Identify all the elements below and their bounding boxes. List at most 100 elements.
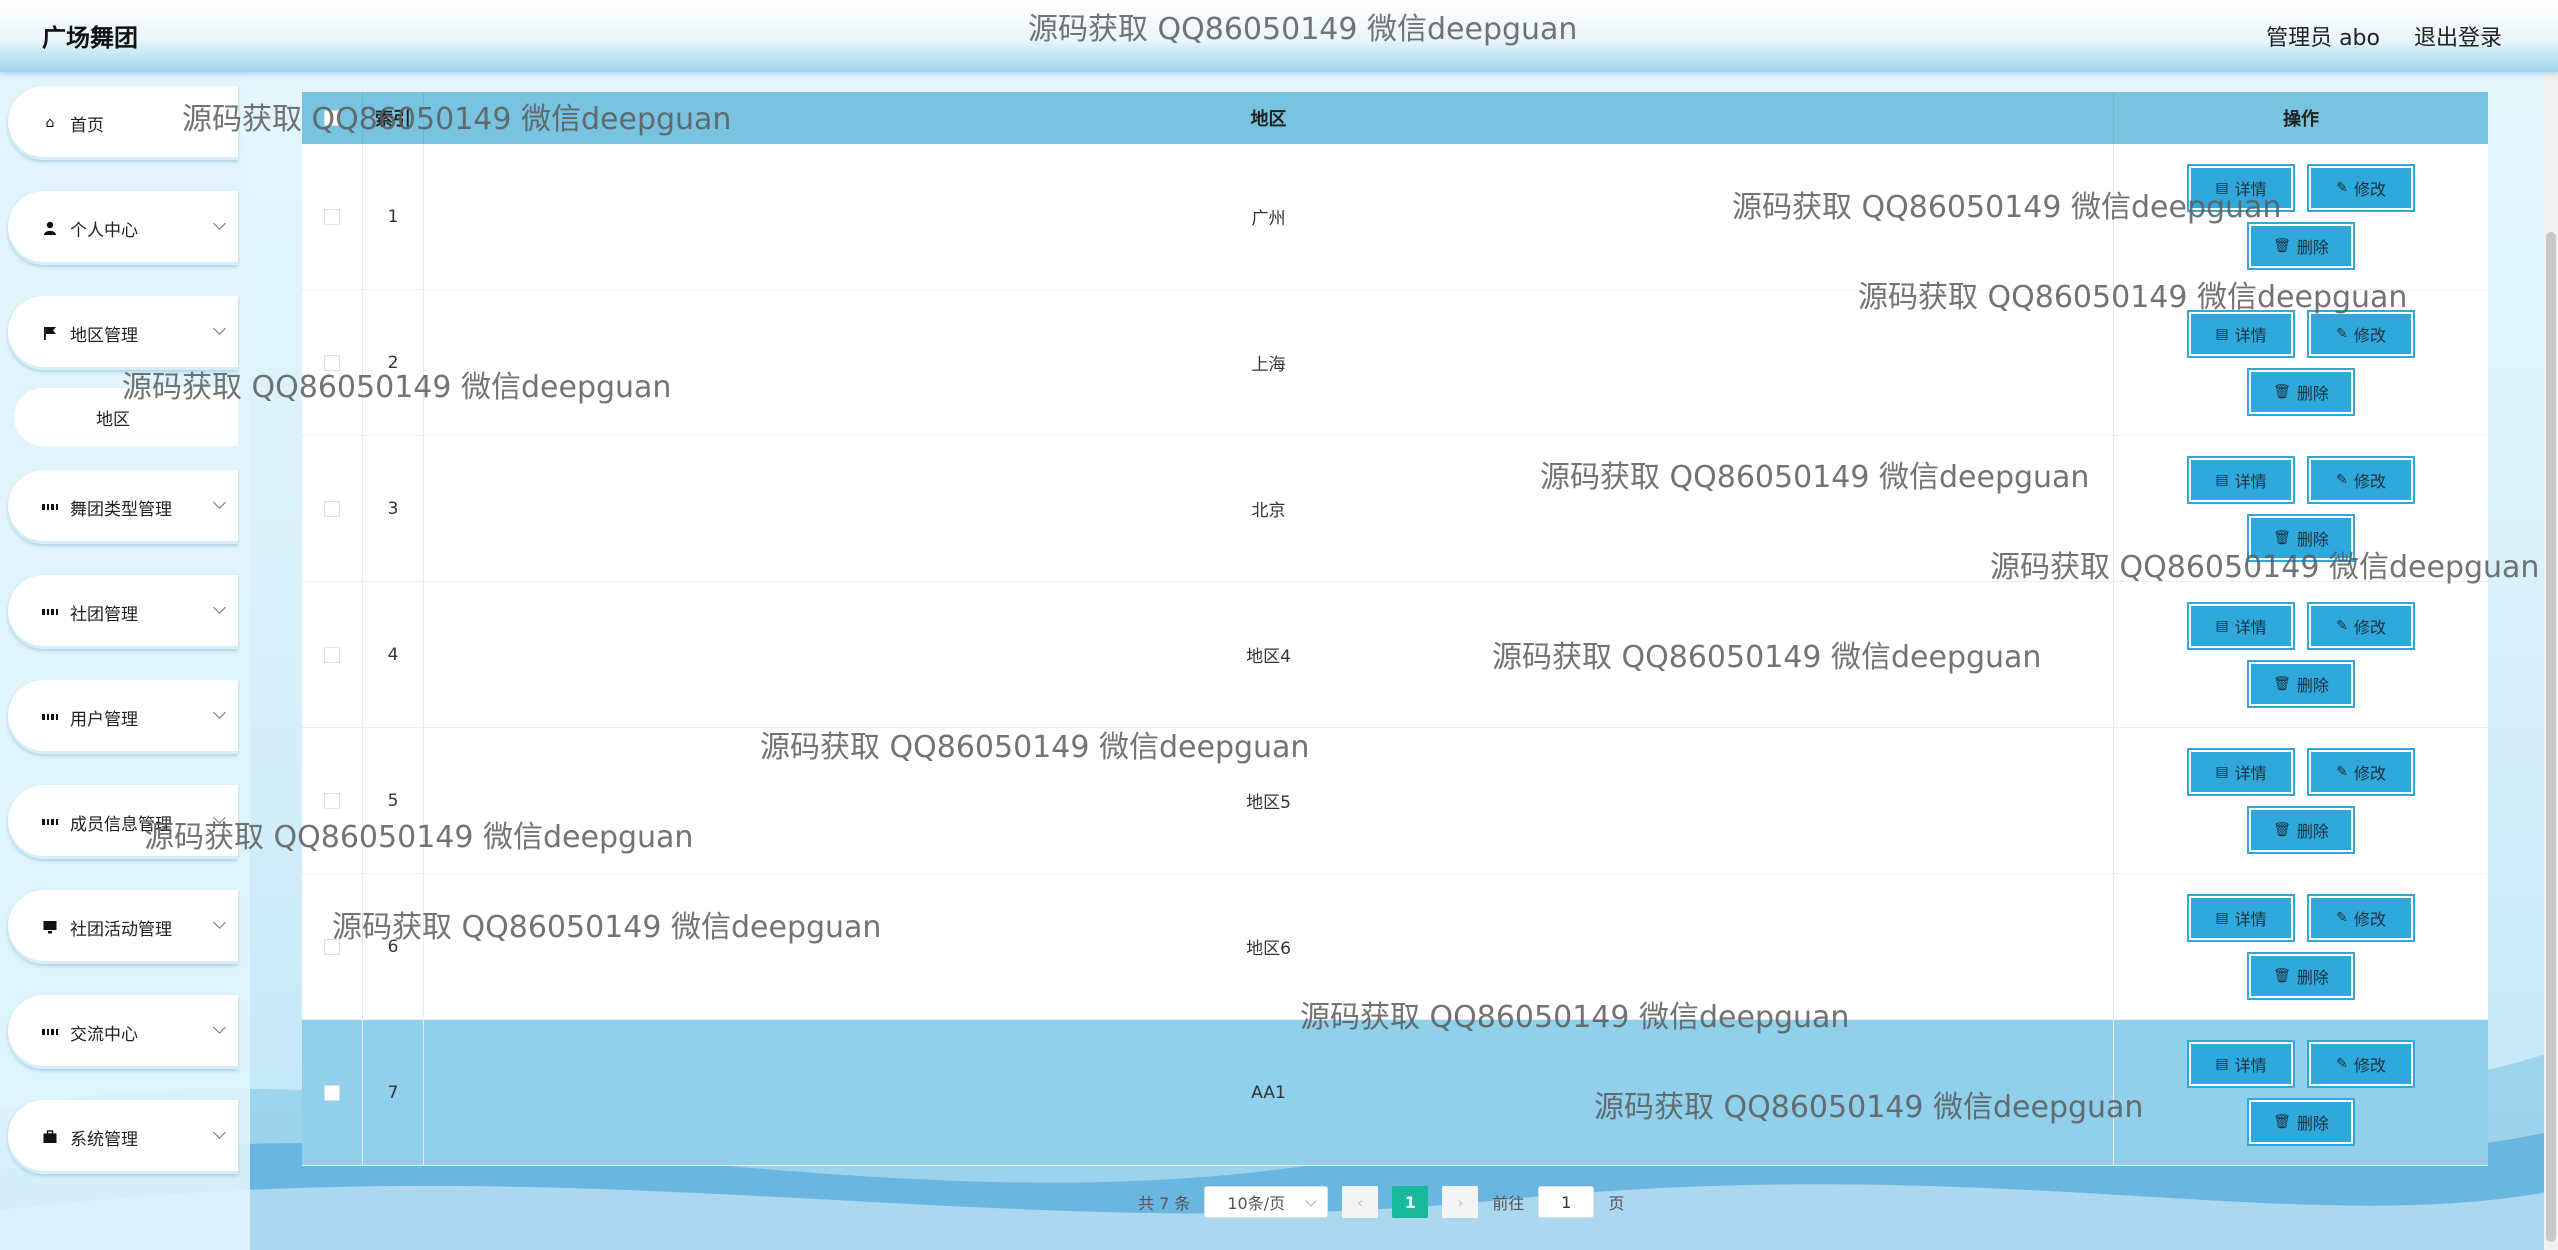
sidebar-item-region-management[interactable]: 地区管理: [8, 296, 238, 370]
sidebar-item-communication-center[interactable]: 交流中心: [8, 995, 238, 1069]
row-select-cell: [302, 208, 362, 225]
edit-button[interactable]: ✎ 修改: [2307, 747, 2415, 796]
sidebar-item-personal-center[interactable]: 个人中心: [8, 191, 238, 265]
sidebar-item-system-management[interactable]: 系统管理: [8, 1100, 238, 1174]
row-select-cell: [302, 792, 362, 809]
sidebar-item-label: 首页: [70, 115, 104, 136]
select-all-checkbox[interactable]: [324, 110, 340, 126]
table-row[interactable]: 1 广州 ▤ 详情 ✎ 修改 🗑 删除: [302, 144, 2488, 290]
row-checkbox[interactable]: [324, 792, 340, 809]
cell-ops: ▤ 详情 ✎ 修改 🗑 删除: [2114, 144, 2488, 289]
table-row[interactable]: 2 上海 ▤ 详情 ✎ 修改 🗑 删除: [302, 290, 2488, 436]
edit-button[interactable]: ✎ 修改: [2307, 893, 2415, 942]
table-row[interactable]: 6 地区6 ▤ 详情 ✎ 修改 🗑 删除: [302, 874, 2488, 1020]
header-region: 地区: [424, 92, 2114, 144]
detail-button[interactable]: ▤ 详情: [2187, 747, 2295, 796]
row-select-cell: [302, 646, 362, 663]
pencil-icon: ✎: [2336, 325, 2348, 342]
sidebar-item-home[interactable]: ⌂ 首页: [8, 86, 238, 160]
vertical-scrollbar[interactable]: [2544, 72, 2558, 1250]
cell-ops: ▤ 详情 ✎ 修改 🗑 删除: [2114, 436, 2488, 581]
table-row[interactable]: 5 地区5 ▤ 详情 ✎ 修改 🗑 删除: [302, 728, 2488, 874]
chevron-down-icon: [213, 217, 226, 230]
cell-ops: ▤ 详情 ✎ 修改 🗑 删除: [2114, 1020, 2488, 1165]
edit-button[interactable]: ✎ 修改: [2307, 163, 2415, 212]
detail-button[interactable]: ▤ 详情: [2187, 601, 2295, 650]
top-bar: 广场舞团 管理员 abo 退出登录: [0, 0, 2558, 72]
delete-button-label: 删除: [2296, 967, 2329, 987]
trash-icon: 🗑: [2273, 821, 2291, 838]
trash-icon: 🗑: [2273, 383, 2291, 400]
cell-region: 地区6: [424, 874, 2114, 1019]
document-icon: ▤: [2215, 471, 2229, 488]
delete-button[interactable]: 🗑 删除: [2247, 367, 2355, 416]
sidebar-item-club-management[interactable]: 社团管理: [8, 575, 238, 649]
detail-button-label: 详情: [2234, 179, 2267, 199]
detail-button-label: 详情: [2234, 1055, 2267, 1075]
delete-button-label: 删除: [2296, 383, 2329, 403]
table-row[interactable]: 7 AA1 ▤ 详情 ✎ 修改 🗑 删除: [302, 1020, 2488, 1166]
delete-button-label: 删除: [2296, 529, 2329, 549]
edit-button-label: 修改: [2353, 179, 2386, 199]
grid-icon: [42, 604, 58, 620]
sidebar-item-club-activity-management[interactable]: 社团活动管理: [8, 890, 238, 964]
row-checkbox[interactable]: [324, 938, 340, 955]
next-page-button[interactable]: ›: [1442, 1186, 1479, 1218]
delete-button[interactable]: 🗑 删除: [2247, 221, 2355, 270]
delete-button-label: 删除: [2296, 237, 2329, 257]
table-header: 索引 地区 操作: [302, 92, 2488, 144]
detail-button[interactable]: ▤ 详情: [2187, 309, 2295, 358]
delete-button[interactable]: 🗑 删除: [2247, 1097, 2355, 1146]
flag-icon: [42, 325, 58, 341]
sidebar-item-dance-type-management[interactable]: 舞团类型管理: [8, 470, 238, 544]
delete-button[interactable]: 🗑 删除: [2247, 513, 2355, 562]
sidebar-item-label: 舞团类型管理: [70, 499, 172, 520]
row-checkbox[interactable]: [324, 354, 340, 371]
scrollbar-thumb[interactable]: [2546, 232, 2556, 1242]
trash-icon: 🗑: [2273, 237, 2291, 254]
page-number-current[interactable]: 1: [1392, 1186, 1429, 1218]
sidebar-item-user-management[interactable]: 用户管理: [8, 680, 238, 754]
delete-button[interactable]: 🗑 删除: [2247, 951, 2355, 1000]
cell-index: 6: [362, 874, 424, 1019]
delete-button-label: 删除: [2296, 675, 2329, 695]
row-checkbox[interactable]: [324, 646, 340, 663]
cell-ops: ▤ 详情 ✎ 修改 🗑 删除: [2114, 582, 2488, 727]
sidebar-item-member-info-management[interactable]: 成员信息管理: [8, 785, 238, 859]
monitor-icon: [42, 919, 58, 935]
detail-button[interactable]: ▤ 详情: [2187, 1039, 2295, 1088]
prev-page-button[interactable]: ‹: [1342, 1186, 1379, 1218]
detail-button[interactable]: ▤ 详情: [2187, 455, 2295, 504]
delete-button[interactable]: 🗑 删除: [2247, 659, 2355, 708]
table-row[interactable]: 4 地区4 ▤ 详情 ✎ 修改 🗑 删除: [302, 582, 2488, 728]
edit-button[interactable]: ✎ 修改: [2307, 1039, 2415, 1088]
user-icon: [42, 220, 58, 236]
document-icon: ▤: [2215, 1055, 2229, 1072]
row-select-cell: [302, 354, 362, 371]
detail-button[interactable]: ▤ 详情: [2187, 163, 2295, 212]
row-checkbox[interactable]: [324, 1084, 340, 1101]
delete-button-label: 删除: [2296, 1113, 2329, 1133]
edit-button[interactable]: ✎ 修改: [2307, 601, 2415, 650]
sidebar-subitem-region[interactable]: 地区: [14, 388, 238, 446]
cell-region: 广州: [424, 144, 2114, 289]
detail-button[interactable]: ▤ 详情: [2187, 893, 2295, 942]
edit-button[interactable]: ✎ 修改: [2307, 309, 2415, 358]
home-icon: ⌂: [45, 115, 55, 131]
chevron-down-icon: [213, 1126, 226, 1139]
chevron-down-icon: [213, 916, 226, 929]
delete-button[interactable]: 🗑 删除: [2247, 805, 2355, 854]
cell-ops: ▤ 详情 ✎ 修改 🗑 删除: [2114, 290, 2488, 435]
pencil-icon: ✎: [2336, 471, 2348, 488]
admin-user-label[interactable]: 管理员 abo: [2266, 20, 2380, 52]
page-size-select[interactable]: 10条/页: [1204, 1186, 1329, 1218]
row-checkbox[interactable]: [324, 208, 340, 225]
goto-page-input[interactable]: 1: [1538, 1186, 1595, 1218]
sidebar-item-label: 系统管理: [70, 1129, 138, 1150]
logout-link[interactable]: 退出登录: [2414, 20, 2502, 52]
edit-button-label: 修改: [2353, 325, 2386, 345]
row-checkbox[interactable]: [324, 500, 340, 517]
table-row[interactable]: 3 北京 ▤ 详情 ✎ 修改 🗑 删除: [302, 436, 2488, 582]
edit-button[interactable]: ✎ 修改: [2307, 455, 2415, 504]
pencil-icon: ✎: [2336, 179, 2348, 196]
